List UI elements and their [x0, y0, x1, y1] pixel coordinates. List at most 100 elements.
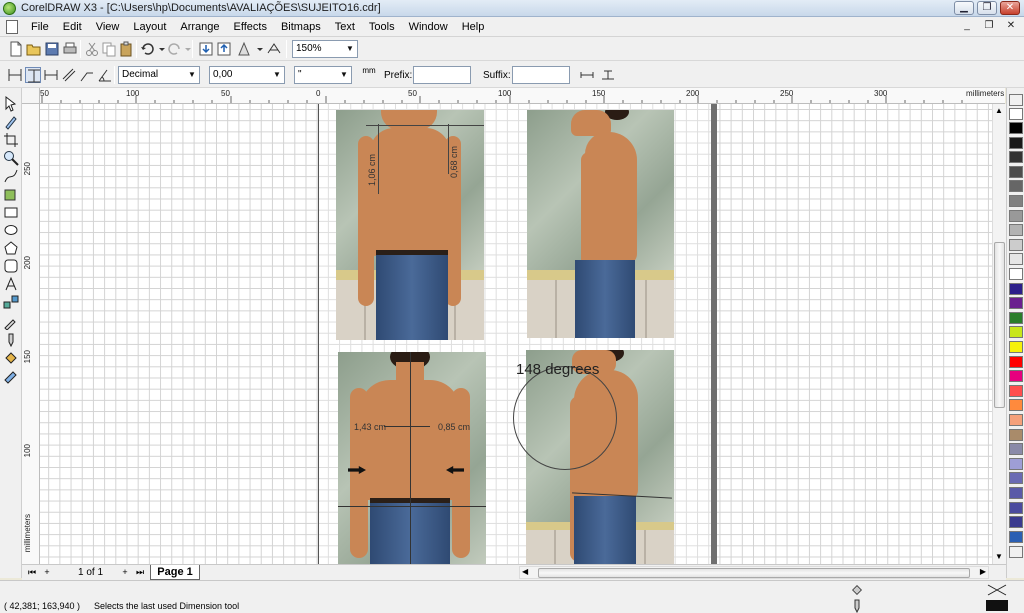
fill-tool-icon[interactable] [3, 350, 19, 366]
color-swatch[interactable] [1009, 530, 1023, 543]
print-icon[interactable] [62, 41, 78, 57]
drawing-canvas[interactable]: 1,06 cm 0,68 cm 1,43 cm 0,85 cm 148 degr… [40, 104, 992, 564]
menu-view[interactable]: View [89, 21, 127, 33]
no-fill-icon[interactable] [986, 584, 1008, 596]
horizontal-ruler[interactable]: 50 100 50 0 50 100 150 200 250 300 milli… [40, 88, 1005, 104]
ellipse-tool-icon[interactable] [3, 222, 19, 238]
color-swatch[interactable] [1009, 501, 1023, 514]
show-units-button[interactable]: mm [361, 67, 377, 83]
horizontal-dimension-icon[interactable] [43, 67, 59, 83]
color-swatch[interactable] [1009, 268, 1023, 280]
copy-icon[interactable] [101, 41, 117, 57]
document-minimize-button[interactable]: _ [958, 20, 976, 34]
corel-online-icon[interactable] [266, 41, 282, 57]
color-swatch[interactable] [1009, 136, 1023, 149]
color-swatch[interactable] [1009, 326, 1023, 339]
interactive-fill-tool-icon[interactable] [3, 368, 19, 384]
color-swatch[interactable] [1009, 487, 1023, 499]
horizontal-scroll-thumb[interactable] [538, 568, 970, 578]
photo-side-view[interactable] [527, 110, 674, 338]
color-swatch[interactable] [1009, 238, 1023, 251]
color-swatch[interactable] [1009, 165, 1023, 178]
text-position-icon[interactable] [600, 67, 616, 83]
add-page-after-button[interactable]: + [119, 566, 131, 579]
angle-dimension-arc[interactable] [513, 366, 617, 470]
basic-shapes-tool-icon[interactable] [3, 258, 19, 274]
undo-dropdown-icon[interactable] [154, 41, 165, 57]
color-swatch[interactable] [1009, 122, 1023, 134]
launcher-dropdown-icon[interactable] [252, 41, 263, 57]
fill-indicator-icon[interactable] [850, 583, 864, 597]
angular-dimension-icon[interactable] [97, 67, 113, 83]
vertical-scrollbar[interactable]: ▲ ▼ [992, 104, 1006, 564]
color-swatch[interactable] [1009, 253, 1023, 266]
vertical-dimension-icon[interactable] [25, 67, 41, 83]
suffix-input[interactable] [512, 66, 570, 84]
pick-tool-icon[interactable] [3, 95, 19, 112]
palette-scroll-up-icon[interactable] [1009, 94, 1023, 106]
color-swatch[interactable] [1009, 414, 1023, 426]
color-swatch[interactable] [1009, 443, 1023, 456]
redo-dropdown-icon[interactable] [180, 41, 191, 57]
prefix-input[interactable] [413, 66, 471, 84]
color-swatch[interactable] [1009, 399, 1023, 412]
color-swatch[interactable] [1009, 384, 1023, 397]
paste-icon[interactable] [118, 41, 134, 57]
dimension-precision-select[interactable]: 0,00 ▼ [209, 66, 285, 84]
document-icon[interactable] [6, 19, 18, 34]
interactive-blend-tool-icon[interactable] [3, 294, 19, 310]
color-swatch[interactable] [1009, 472, 1023, 485]
color-swatch[interactable] [1009, 516, 1023, 529]
export-icon[interactable] [216, 41, 232, 57]
color-swatch[interactable] [1009, 428, 1023, 441]
text-tool-icon[interactable] [3, 276, 19, 292]
scroll-up-icon[interactable]: ▲ [995, 106, 1003, 115]
document-close-button[interactable]: ✕ [1002, 20, 1020, 34]
color-swatch[interactable] [1009, 370, 1023, 383]
menu-layout[interactable]: Layout [126, 21, 173, 33]
color-swatch[interactable] [1009, 297, 1023, 310]
menu-effects[interactable]: Effects [227, 21, 274, 33]
last-page-button[interactable]: ⏭ [134, 566, 146, 579]
photo-back-view[interactable]: 1,43 cm 0,85 cm [338, 352, 486, 564]
application-launcher-icon[interactable] [236, 41, 252, 57]
zoom-tool-icon[interactable] [3, 150, 19, 166]
minimize-button[interactable]: ▁ [954, 1, 974, 15]
color-swatch[interactable] [1009, 180, 1023, 193]
menu-bitmaps[interactable]: Bitmaps [274, 21, 328, 33]
smart-fill-tool-icon[interactable] [3, 186, 19, 202]
callout-icon[interactable] [79, 67, 95, 83]
zoom-level-select[interactable]: 150% ▼ [292, 40, 358, 58]
menu-help[interactable]: Help [455, 21, 492, 33]
outline-tool-icon[interactable] [3, 332, 19, 348]
menu-tools[interactable]: Tools [362, 21, 402, 33]
scroll-left-icon[interactable]: ◀ [522, 567, 528, 576]
close-button[interactable]: ✕ [1000, 1, 1020, 15]
rectangle-tool-icon[interactable] [3, 204, 19, 220]
color-swatch[interactable] [1009, 224, 1023, 237]
dimension-style-select[interactable]: Decimal ▼ [118, 66, 200, 84]
photo-front-view[interactable]: 1,06 cm 0,68 cm [336, 110, 484, 340]
page-tab[interactable]: Page 1 [150, 565, 200, 580]
auto-dimension-icon[interactable] [7, 67, 23, 83]
freehand-tool-icon[interactable] [3, 168, 19, 184]
add-page-before-button[interactable]: + [41, 566, 53, 579]
shape-tool-icon[interactable] [3, 114, 19, 130]
vertical-ruler[interactable]: 250 200 150 100 millimeters [22, 104, 40, 564]
scroll-down-icon[interactable]: ▼ [995, 552, 1003, 561]
outline-indicator-icon[interactable] [852, 599, 862, 613]
menu-arrange[interactable]: Arrange [173, 21, 226, 33]
menu-text[interactable]: Text [328, 21, 362, 33]
vertical-scroll-thumb[interactable] [994, 242, 1005, 408]
outline-color-swatch[interactable] [986, 600, 1008, 611]
document-restore-button[interactable]: ❐ [980, 20, 998, 34]
dimension-units-select[interactable]: " ▼ [294, 66, 352, 84]
open-folder-icon[interactable] [26, 41, 42, 57]
menu-window[interactable]: Window [402, 21, 455, 33]
ruler-origin[interactable] [22, 88, 40, 104]
color-swatch[interactable] [1009, 151, 1023, 164]
color-swatch[interactable] [1009, 457, 1023, 470]
eyedropper-tool-icon[interactable] [3, 314, 19, 331]
horizontal-scrollbar[interactable]: ◀ ▶ [519, 566, 989, 579]
color-swatch[interactable] [1009, 355, 1023, 368]
